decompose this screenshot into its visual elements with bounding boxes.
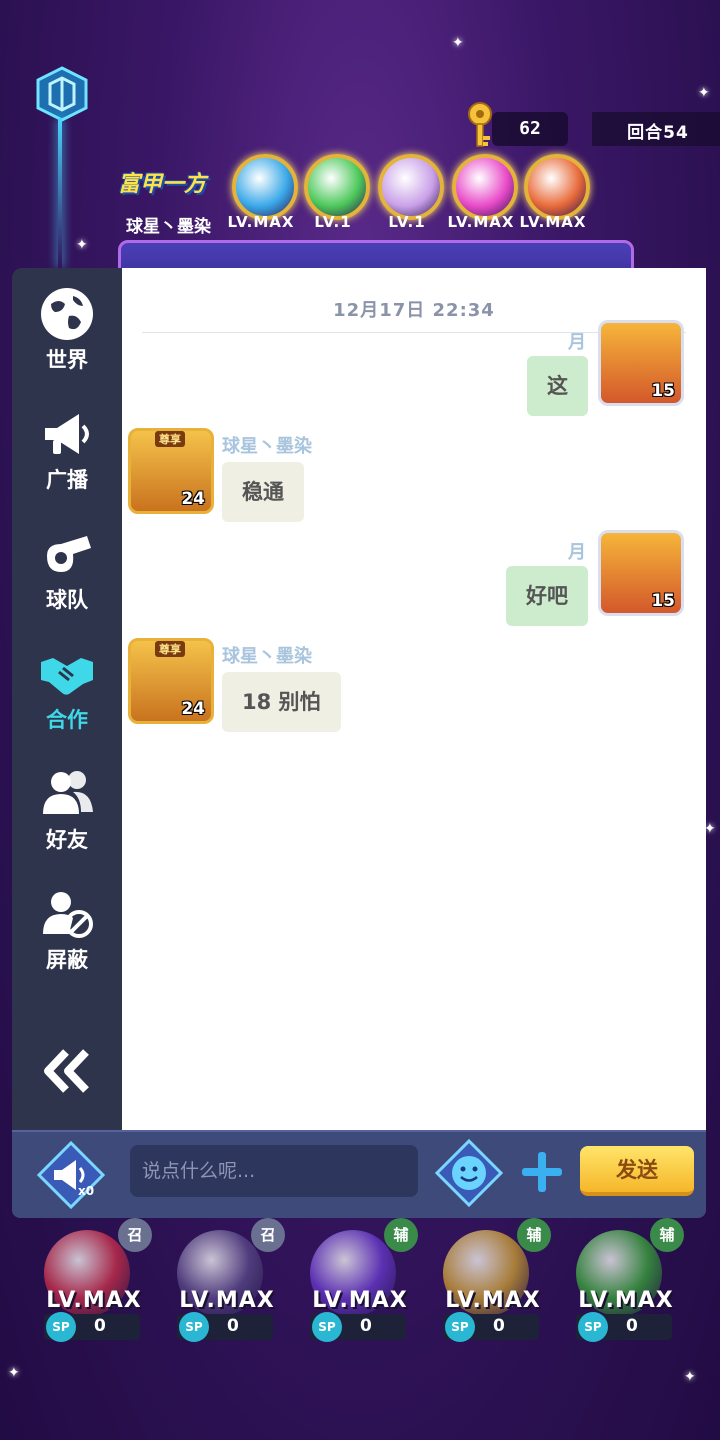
megaphone-icon bbox=[45, 414, 89, 454]
skill-slot[interactable]: 召 LV.MAX SP 0 bbox=[167, 1218, 287, 1348]
avatar[interactable]: 尊享 24 bbox=[128, 428, 214, 514]
message-sender-name: 月 bbox=[568, 332, 586, 353]
globe-icon bbox=[41, 288, 93, 340]
chat-timestamp: 12月17日 22:34 bbox=[333, 300, 495, 321]
star-decoration: ✦ bbox=[76, 237, 88, 253]
star-decoration: ✦ bbox=[452, 35, 464, 51]
chat-sidebar: 世界 广播 球队 合作 好友 屏蔽 bbox=[12, 268, 122, 1130]
sp-badge: SP bbox=[46, 1312, 76, 1342]
shield-icon[interactable] bbox=[452, 154, 518, 220]
sp-bar: SP 0 bbox=[443, 1312, 539, 1342]
message-sender-name: 球星丶墨染 bbox=[222, 436, 312, 457]
friends-icon bbox=[43, 771, 93, 814]
flame-icon[interactable] bbox=[524, 154, 590, 220]
skill-level: LV.MAX bbox=[578, 1288, 674, 1313]
sidebar-item-cooperate[interactable]: 合作 bbox=[12, 646, 122, 734]
star-decoration: ✦ bbox=[684, 1369, 696, 1385]
sp-bar: SP 0 bbox=[44, 1312, 140, 1342]
message-sender-name: 月 bbox=[568, 542, 586, 563]
chat-bubble: 稳通 bbox=[222, 462, 304, 522]
sp-bar: SP 0 bbox=[310, 1312, 406, 1342]
sp-value: 0 bbox=[94, 1316, 106, 1336]
sp-badge: SP bbox=[578, 1312, 608, 1342]
skill-slot[interactable]: 辅 LV.MAX SP 0 bbox=[433, 1218, 553, 1348]
sp-bar: SP 0 bbox=[576, 1312, 672, 1342]
whistle-icon bbox=[47, 536, 91, 572]
chat-bubble: 这 bbox=[527, 356, 588, 416]
key-icon bbox=[468, 102, 492, 147]
sp-value: 0 bbox=[360, 1316, 372, 1336]
horn-count: x0 bbox=[78, 1184, 95, 1198]
skill-slot[interactable]: 召 LV.MAX SP 0 bbox=[34, 1218, 154, 1348]
skill-type-badge: 辅 bbox=[384, 1218, 418, 1252]
skill-type-badge: 辅 bbox=[650, 1218, 684, 1252]
block-user-icon bbox=[43, 892, 93, 938]
arrow-up-icon[interactable] bbox=[304, 154, 370, 220]
send-button[interactable]: 发送 bbox=[580, 1146, 694, 1196]
chat-bubble: 18 别怕 bbox=[222, 672, 341, 732]
sidebar-item-friends[interactable]: 好友 bbox=[12, 766, 122, 854]
sp-value: 0 bbox=[227, 1316, 239, 1336]
avatar[interactable]: 尊享 24 bbox=[128, 638, 214, 724]
message-sender-name: 球星丶墨染 bbox=[222, 646, 312, 667]
sp-bar: SP 0 bbox=[177, 1312, 273, 1342]
emoji-button[interactable] bbox=[434, 1138, 504, 1208]
skill-type-badge: 召 bbox=[118, 1218, 152, 1252]
game-title-logo: 富甲一方 bbox=[118, 172, 207, 197]
chat-panel[interactable]: 12月17日 22:34 月 15 这 尊享 24 球星丶墨染 稳通 月 15 … bbox=[122, 268, 706, 1130]
skill-slot[interactable]: 辅 LV.MAX SP 0 bbox=[300, 1218, 420, 1348]
buff-level: LV.1 bbox=[314, 213, 352, 231]
chat-message-input[interactable] bbox=[130, 1145, 418, 1197]
handshake-icon bbox=[41, 658, 93, 695]
vip-badge: 尊享 bbox=[155, 431, 185, 447]
skill-level: LV.MAX bbox=[312, 1288, 408, 1313]
star-decoration: ✦ bbox=[698, 85, 710, 101]
skill-slot[interactable]: 辅 LV.MAX SP 0 bbox=[566, 1218, 686, 1348]
player-name: 球星丶墨染 bbox=[126, 217, 211, 237]
sp-badge: SP bbox=[312, 1312, 342, 1342]
sidebar-item-block[interactable]: 屏蔽 bbox=[12, 886, 122, 974]
buff-level: LV.1 bbox=[388, 213, 426, 231]
double-chevron-left-icon[interactable] bbox=[42, 1046, 92, 1096]
sidebar-item-team[interactable]: 球队 bbox=[12, 526, 122, 614]
buff-level: LV.MAX bbox=[519, 213, 587, 231]
key-count: 62 bbox=[519, 118, 541, 139]
team-icon[interactable] bbox=[378, 154, 444, 220]
chat-bubble: 好吧 bbox=[506, 566, 588, 626]
light-beam bbox=[58, 118, 62, 268]
skill-level: LV.MAX bbox=[46, 1288, 142, 1313]
avatar[interactable]: 15 bbox=[598, 530, 684, 616]
game-logo-icon[interactable] bbox=[34, 66, 90, 122]
skill-level: LV.MAX bbox=[179, 1288, 275, 1313]
horn-button[interactable] bbox=[36, 1140, 106, 1210]
buff-level: LV.MAX bbox=[227, 213, 295, 231]
plus-icon[interactable] bbox=[518, 1148, 566, 1196]
skill-type-badge: 辅 bbox=[517, 1218, 551, 1252]
buff-level: LV.MAX bbox=[447, 213, 515, 231]
star-decoration: ✦ bbox=[8, 1365, 20, 1381]
sidebar-item-broadcast[interactable]: 广播 bbox=[12, 406, 122, 494]
skill-type-badge: 召 bbox=[251, 1218, 285, 1252]
round-label: 回合54 bbox=[627, 123, 689, 143]
avatar[interactable]: 15 bbox=[598, 320, 684, 406]
sidebar-item-world[interactable]: 世界 bbox=[12, 286, 122, 374]
swords-icon[interactable] bbox=[232, 154, 298, 220]
sp-badge: SP bbox=[445, 1312, 475, 1342]
sp-value: 0 bbox=[626, 1316, 638, 1336]
vip-badge: 尊享 bbox=[155, 641, 185, 657]
sp-value: 0 bbox=[493, 1316, 505, 1336]
sp-badge: SP bbox=[179, 1312, 209, 1342]
skill-level: LV.MAX bbox=[445, 1288, 541, 1313]
